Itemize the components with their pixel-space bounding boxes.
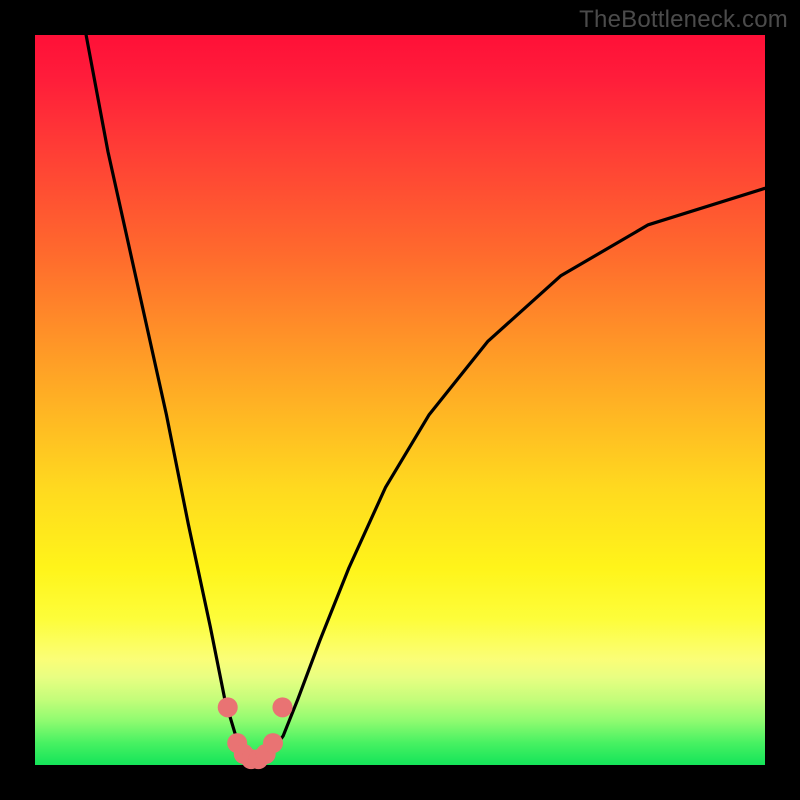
plot-area	[35, 35, 765, 765]
marker-group	[218, 697, 293, 769]
bottleneck-curve	[86, 35, 765, 760]
chart-frame: TheBottleneck.com	[0, 0, 800, 800]
curve-marker	[218, 697, 238, 717]
curve-marker	[272, 697, 292, 717]
curve-marker	[263, 733, 283, 753]
curve-layer	[35, 35, 765, 765]
watermark-text: TheBottleneck.com	[579, 6, 788, 34]
